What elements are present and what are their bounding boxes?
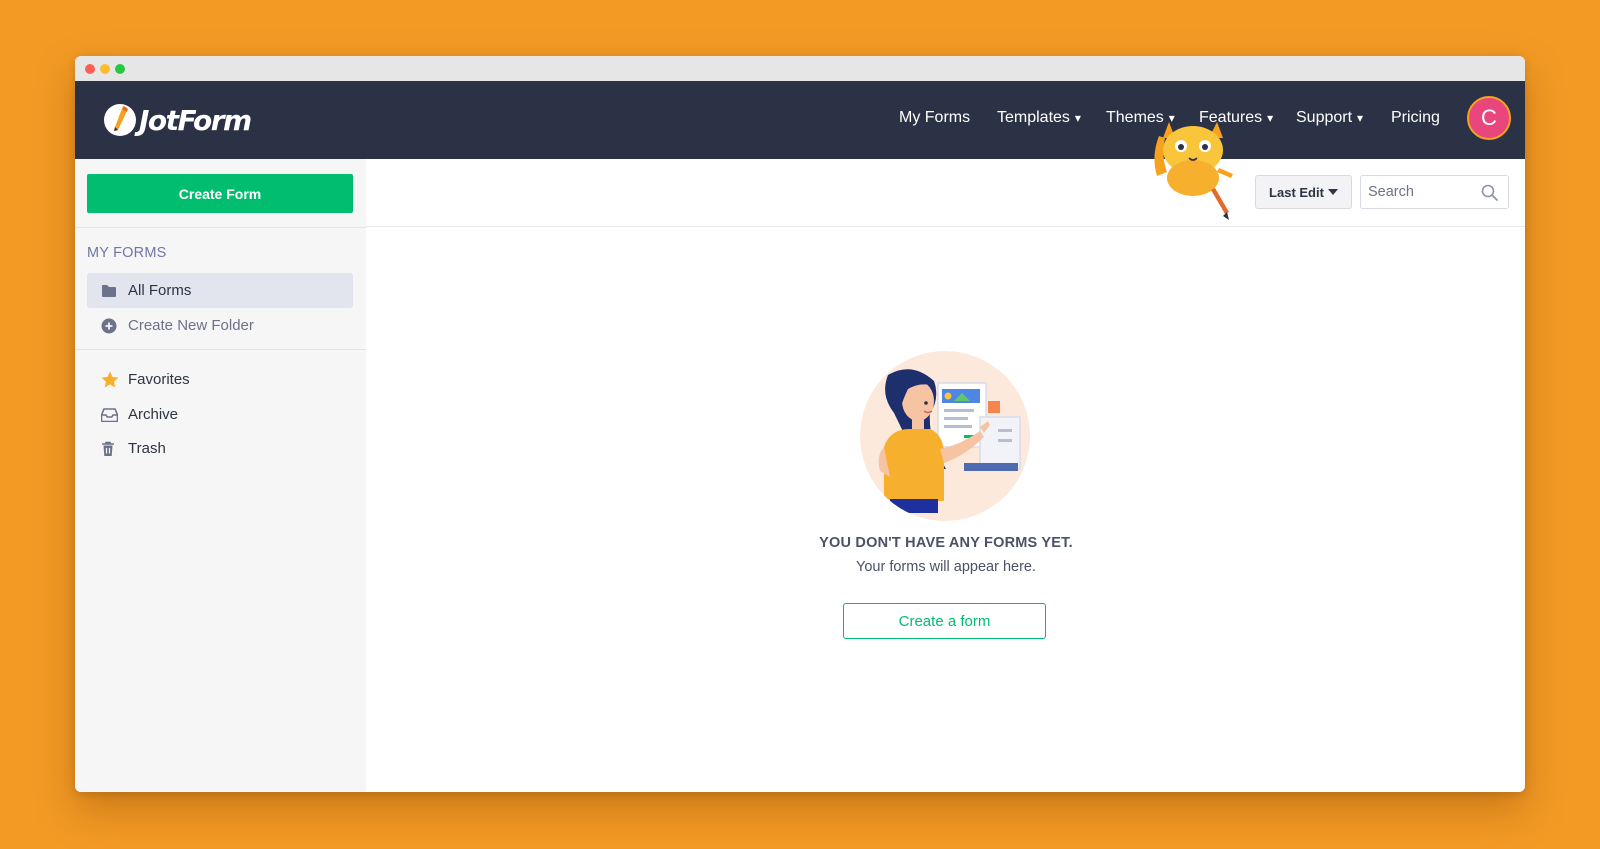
- nav-support[interactable]: Support ▾: [1296, 109, 1363, 127]
- sidebar-item-create-new-folder[interactable]: Create New Folder: [87, 308, 353, 343]
- trash-icon: [101, 441, 127, 457]
- search-input[interactable]: [1361, 176, 1481, 208]
- empty-state-subtitle: Your forms will appear here.: [856, 559, 1036, 575]
- jotform-logo[interactable]: JotForm: [103, 101, 252, 139]
- sidebar-item-trash[interactable]: Trash: [87, 431, 353, 466]
- nav-templates[interactable]: Templates ▾: [997, 109, 1081, 127]
- sidebar-item-label: All Forms: [128, 282, 192, 299]
- logo-text: JotForm: [139, 103, 252, 137]
- sidebar-divider: [75, 227, 366, 228]
- sidebar-item-label: Create New Folder: [128, 317, 254, 334]
- sidebar-divider: [75, 349, 366, 350]
- empty-forms-illustration: [860, 351, 1030, 521]
- search-box: [1360, 175, 1509, 209]
- user-avatar[interactable]: C: [1467, 96, 1511, 140]
- sort-label: Last Edit: [1269, 184, 1324, 200]
- inbox-icon: [101, 407, 127, 422]
- forms-toolbar: Last Edit: [366, 159, 1525, 227]
- sidebar-item-all-forms[interactable]: All Forms: [87, 273, 353, 308]
- top-navbar: JotForm My Forms Templates ▾ Themes ▾ Feat…: [75, 81, 1525, 159]
- window-titlebar: [75, 56, 1525, 81]
- caret-down-icon: [1327, 189, 1338, 195]
- empty-state-title: YOU DON'T HAVE ANY FORMS YET.: [819, 535, 1073, 551]
- plus-circle-icon: [101, 318, 127, 334]
- zoom-window-button[interactable]: [115, 64, 125, 74]
- search-icon[interactable]: [1481, 184, 1498, 201]
- chevron-down-icon: ▾: [1074, 111, 1081, 125]
- nav-my-forms[interactable]: My Forms: [899, 109, 970, 127]
- nav-pricing[interactable]: Pricing: [1391, 109, 1440, 127]
- nav-label: My Forms: [899, 109, 971, 126]
- browser-window: JotForm My Forms Templates ▾ Themes ▾ Feat…: [75, 56, 1525, 792]
- sidebar: Create Form MY FORMS All Forms Create Ne…: [75, 159, 366, 792]
- create-a-form-button[interactable]: Create a form: [843, 603, 1046, 639]
- sidebar-item-label: Trash: [128, 440, 166, 457]
- close-window-button[interactable]: [85, 64, 95, 74]
- chevron-down-icon: ▾: [1267, 111, 1274, 125]
- minimize-window-button[interactable]: [100, 64, 110, 74]
- cat-mascot-illustration: [1154, 122, 1233, 220]
- jotform-logo-icon: [104, 104, 136, 136]
- star-icon: [101, 371, 127, 388]
- sidebar-item-label: Favorites: [128, 371, 190, 388]
- sidebar-item-favorites[interactable]: Favorites: [87, 362, 353, 397]
- sort-dropdown[interactable]: Last Edit: [1255, 175, 1352, 209]
- nav-label: Templates: [997, 109, 1070, 126]
- chevron-down-icon: ▾: [1357, 111, 1364, 125]
- sidebar-item-label: Archive: [128, 406, 179, 423]
- nav-label: Support: [1296, 109, 1353, 126]
- sidebar-item-archive[interactable]: Archive: [87, 397, 353, 432]
- create-form-button[interactable]: Create Form: [87, 174, 353, 213]
- folder-icon: [101, 284, 127, 298]
- sidebar-section-heading: MY FORMS: [87, 245, 167, 261]
- nav-label: Pricing: [1391, 109, 1440, 126]
